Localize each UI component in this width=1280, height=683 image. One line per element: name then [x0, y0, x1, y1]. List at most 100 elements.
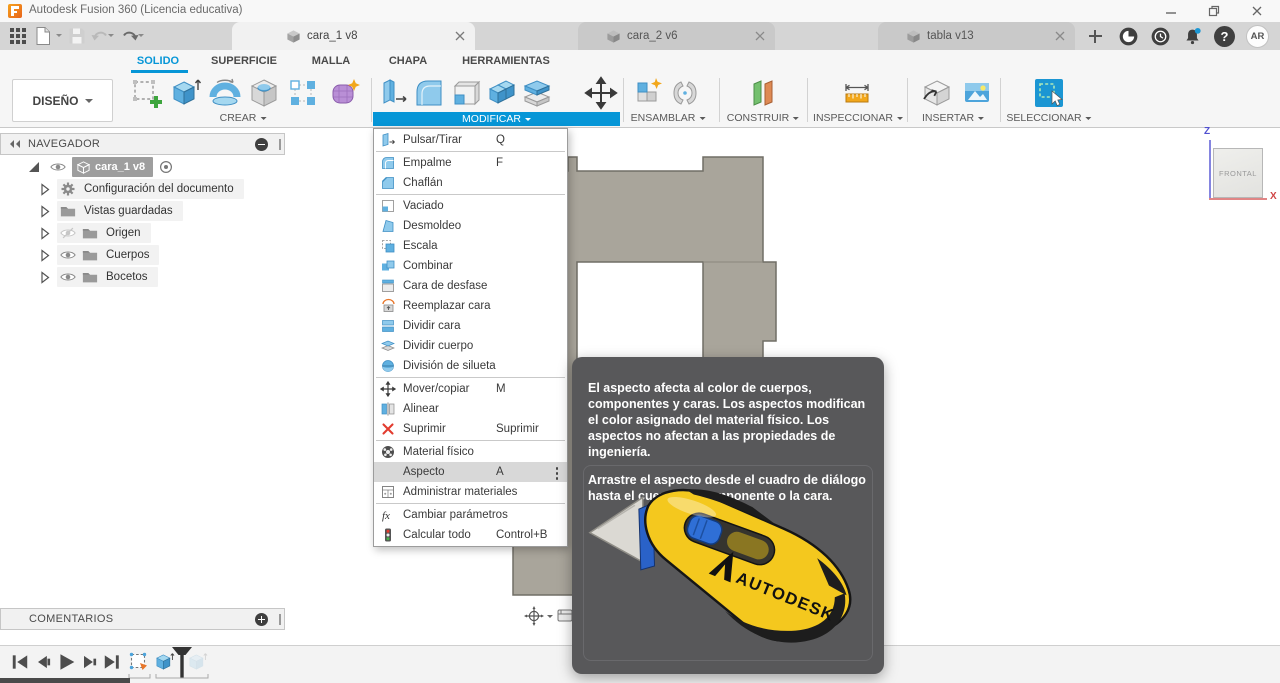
menu-item-calcular-todo[interactable]: Calcular todo Control+B: [374, 525, 567, 545]
job-status-clock-icon[interactable]: [1150, 26, 1171, 47]
tab-tabla[interactable]: tabla v13: [878, 22, 1075, 50]
add-comment-icon[interactable]: [255, 613, 268, 626]
construction-plane-button[interactable]: [746, 76, 780, 110]
navigator-panel-header[interactable]: NAVEGADOR: [0, 133, 285, 155]
group-modificar[interactable]: MODIFICAR: [373, 112, 620, 126]
minimize-button[interactable]: [1150, 0, 1192, 22]
file-menu-icon[interactable]: [33, 26, 53, 46]
tab-close-icon[interactable]: [754, 30, 766, 42]
tree-item-sketches[interactable]: Bocetos: [0, 266, 285, 288]
split-body-button[interactable]: [520, 76, 554, 110]
comments-panel-header[interactable]: COMENTARIOS: [0, 608, 285, 630]
view-cube[interactable]: FRONTAL Z X: [1196, 126, 1280, 208]
combine-button[interactable]: [484, 76, 518, 110]
hole-button[interactable]: [247, 76, 281, 110]
redo-caret-icon[interactable]: [138, 34, 144, 40]
timeline-scroll-strip[interactable]: [0, 678, 130, 683]
group-insertar[interactable]: INSERTAR: [922, 112, 985, 124]
undo-caret-icon[interactable]: [108, 34, 114, 40]
expand-triangle-icon[interactable]: [26, 159, 42, 175]
tab-superficie[interactable]: SUPERFICIE: [211, 55, 277, 67]
eye-icon[interactable]: [50, 159, 66, 175]
tab-cara2[interactable]: cara_2 v6: [578, 22, 775, 50]
tab-solido[interactable]: SOLIDO: [137, 55, 179, 67]
timeline-go-end-button[interactable]: [102, 652, 122, 672]
press-pull-button[interactable]: [376, 76, 410, 110]
collapsed-triangle-icon[interactable]: [36, 181, 52, 197]
extensions-icon[interactable]: [1118, 26, 1139, 47]
menu-item-dividir-cuerpo[interactable]: Dividir cuerpo: [374, 336, 567, 356]
tab-close-icon[interactable]: [454, 30, 466, 42]
menu-item-empalme[interactable]: Empalme F: [374, 153, 567, 173]
select-button[interactable]: [1032, 76, 1066, 110]
help-icon[interactable]: ?: [1214, 26, 1235, 47]
group-seleccionar[interactable]: SELECCIONAR: [1006, 112, 1092, 124]
fillet-button[interactable]: [412, 76, 446, 110]
timeline-play-button[interactable]: [56, 652, 76, 672]
undo-icon[interactable]: [90, 26, 110, 46]
menu-item-suprimir[interactable]: Suprimir Suprimir: [374, 419, 567, 439]
menu-item-cambiar-parametros[interactable]: fx Cambiar parámetros: [374, 505, 567, 525]
close-button[interactable]: [1236, 0, 1278, 22]
file-menu-caret-icon[interactable]: [56, 34, 62, 40]
menu-item-chaflan[interactable]: Chaflán: [374, 173, 567, 193]
root-document-item[interactable]: cara_1 v8: [72, 157, 154, 177]
create-sketch-button[interactable]: [128, 76, 162, 110]
collapsed-triangle-icon[interactable]: [36, 247, 52, 263]
tab-malla[interactable]: MALLA: [312, 55, 351, 67]
data-panel-grid-icon[interactable]: [8, 26, 28, 46]
group-construir[interactable]: CONSTRUIR: [727, 112, 800, 124]
notifications-bell-icon[interactable]: [1182, 26, 1203, 47]
restore-button[interactable]: [1193, 0, 1235, 22]
insert-derive-button[interactable]: [920, 76, 954, 110]
new-tab-button[interactable]: [1080, 22, 1110, 50]
tree-item-document-settings[interactable]: Configuración del documento: [0, 178, 285, 200]
tree-root-row[interactable]: cara_1 v8: [0, 156, 285, 178]
panel-options-icon[interactable]: [255, 138, 268, 151]
activate-radio-icon[interactable]: [158, 159, 174, 175]
redo-icon[interactable]: [120, 26, 140, 46]
tab-cara1[interactable]: cara_1 v8: [232, 22, 475, 50]
group-crear[interactable]: CREAR: [220, 112, 267, 124]
menu-item-cara-de-desfase[interactable]: Cara de desfase: [374, 276, 567, 296]
user-avatar[interactable]: AR: [1246, 25, 1269, 48]
extrude-button[interactable]: [168, 76, 202, 110]
panel-scrollbar[interactable]: [279, 139, 281, 150]
insert-canvas-image-button[interactable]: [960, 76, 994, 110]
menu-item-combinar[interactable]: Combinar: [374, 256, 567, 276]
orbit-caret-icon[interactable]: [547, 615, 553, 621]
collapse-panel-icon[interactable]: [8, 140, 20, 148]
create-form-button[interactable]: [328, 76, 362, 110]
tree-item-origin[interactable]: Origen: [0, 222, 285, 244]
collapsed-triangle-icon[interactable]: [36, 203, 52, 219]
timeline-step-forward-button[interactable]: [79, 652, 99, 672]
menu-item-reemplazar-cara[interactable]: Reemplazar cara: [374, 296, 567, 316]
menu-item-aspecto[interactable]: Aspecto A: [374, 462, 567, 482]
group-ensamblar[interactable]: ENSAMBLAR: [631, 112, 706, 124]
menu-item-mover-copiar[interactable]: Mover/copiar M: [374, 379, 567, 399]
orbit-icon[interactable]: [524, 606, 544, 626]
group-inspeccionar[interactable]: INSPECCIONAR: [813, 112, 903, 124]
workspace-selector[interactable]: DISEÑO: [12, 79, 113, 122]
revolve-button[interactable]: [208, 76, 242, 110]
menu-item-material-fisico[interactable]: Material físico: [374, 442, 567, 462]
shell-button[interactable]: [448, 76, 482, 110]
collapsed-triangle-icon[interactable]: [36, 225, 52, 241]
timeline-go-start-button[interactable]: [10, 652, 30, 672]
pattern-button[interactable]: [286, 76, 320, 110]
menu-item-division-de-silueta[interactable]: División de silueta: [374, 356, 567, 376]
menu-item-alinear[interactable]: Alinear: [374, 399, 567, 419]
menu-item-dividir-cara[interactable]: Dividir cara: [374, 316, 567, 336]
eye-icon[interactable]: [60, 247, 76, 263]
tree-item-named-views[interactable]: Vistas guardadas: [0, 200, 285, 222]
panel-scrollbar[interactable]: [279, 614, 281, 625]
menu-item-desmoldeo[interactable]: Desmoldeo: [374, 216, 567, 236]
menu-item-vaciado[interactable]: Vaciado: [374, 196, 567, 216]
save-icon[interactable]: [67, 26, 87, 46]
menu-item-administrar-materiales[interactable]: Administrar materiales: [374, 482, 567, 502]
menu-item-escala[interactable]: Escala: [374, 236, 567, 256]
collapsed-triangle-icon[interactable]: [36, 269, 52, 285]
joint-button[interactable]: [668, 76, 697, 110]
overflow-dots-icon[interactable]: [555, 472, 558, 475]
tab-herramientas[interactable]: HERRAMIENTAS: [462, 55, 550, 67]
